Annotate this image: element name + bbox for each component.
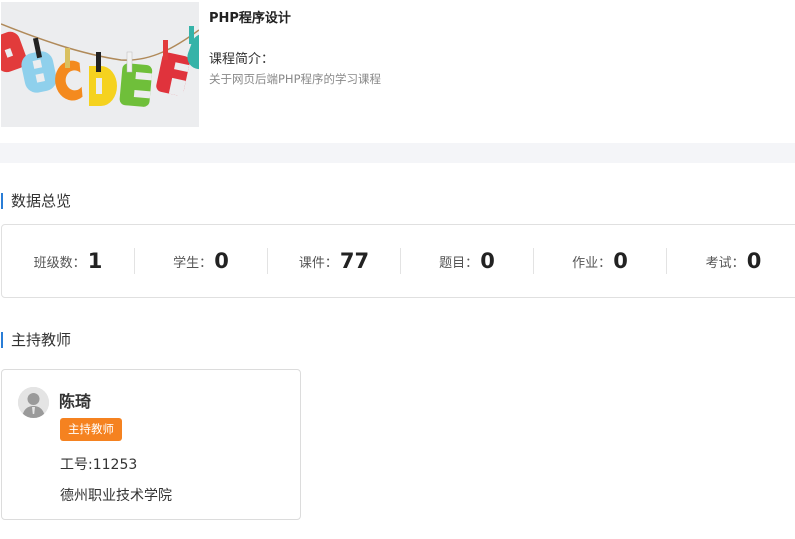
- stat-label: 题目：: [439, 255, 479, 271]
- stat-value: 0: [746, 249, 762, 273]
- course-title: PHP程序设计: [209, 11, 291, 26]
- teacher-employee-id: 工号:11253: [60, 457, 138, 473]
- stat-label: 考试：: [705, 255, 745, 271]
- course-intro-label: 课程简介：: [209, 52, 275, 67]
- role-badge: 主持教师: [60, 418, 122, 441]
- stat-classes[interactable]: 班级数： 1: [2, 248, 135, 274]
- stat-label: 课件：: [298, 255, 338, 271]
- stat-label: 学生：: [173, 255, 213, 271]
- user-avatar-icon: [18, 387, 49, 418]
- overview-section-title: 数据总览: [1, 193, 71, 209]
- stat-value: 0: [480, 249, 495, 273]
- stat-value: 0: [613, 249, 628, 273]
- stats-panel: 班级数： 1 学生： 0 课件： 77 题目： 0 作业： 0 考试： 0: [1, 224, 795, 298]
- stat-assignments[interactable]: 作业： 0: [534, 248, 667, 274]
- stat-coursewares[interactable]: 课件： 77: [268, 248, 401, 274]
- course-header: PHP程序设计 课程简介： 关于网页后端PHP程序的学习课程: [0, 0, 795, 143]
- teacher-card[interactable]: 陈琦 主持教师 工号:11253 德州职业技术学院: [1, 369, 301, 520]
- course-intro-text: 关于网页后端PHP程序的学习课程: [209, 72, 382, 86]
- teacher-name: 陈琦: [59, 392, 92, 411]
- avatar: [18, 387, 49, 418]
- stat-label: 作业：: [572, 255, 612, 271]
- teachers-section-title: 主持教师: [1, 332, 71, 348]
- stat-exams[interactable]: 考试： 0: [667, 248, 795, 274]
- section-divider: [0, 143, 795, 163]
- stat-questions[interactable]: 题目： 0: [401, 248, 534, 274]
- stat-value: 0: [214, 249, 229, 273]
- alphabet-garland-illustration: [1, 2, 199, 127]
- stat-value: 1: [87, 249, 103, 273]
- stat-value: 77: [339, 249, 370, 273]
- teacher-organization: 德州职业技术学院: [60, 488, 172, 504]
- stat-students[interactable]: 学生： 0: [135, 248, 268, 274]
- stat-label: 班级数：: [33, 255, 86, 271]
- course-cover-image[interactable]: [1, 2, 199, 127]
